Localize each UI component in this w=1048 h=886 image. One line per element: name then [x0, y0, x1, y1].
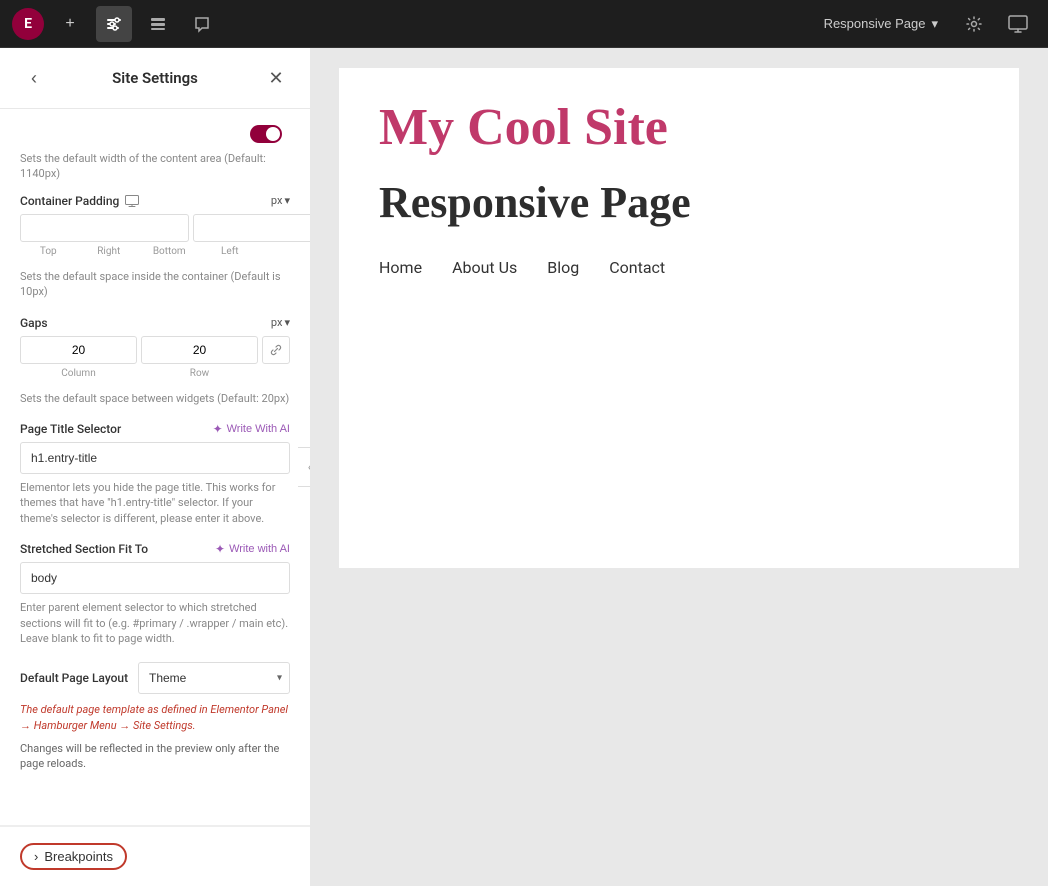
- gap-labels: Column Row: [20, 368, 290, 379]
- page-title-selector-hint: Elementor lets you hide the page title. …: [20, 480, 290, 526]
- main-layout: ‹ Site Settings ✕ Sets the default width…: [0, 48, 1048, 886]
- panel-header: ‹ Site Settings ✕: [0, 48, 310, 109]
- container-padding-label: Container Padding: [20, 194, 139, 208]
- padding-inputs: [20, 214, 290, 242]
- padding-top-label: Top: [20, 246, 77, 257]
- nav-menu: Home About Us Blog Contact: [379, 258, 979, 277]
- elementor-logo[interactable]: E: [12, 8, 44, 40]
- ai-icon-1: ✦: [213, 422, 223, 436]
- gaps-hint: Sets the default space between widgets (…: [20, 391, 290, 406]
- monitor-icon: [1008, 15, 1028, 33]
- container-padding-hint: Sets the default space inside the contai…: [20, 269, 290, 300]
- responsive-page-label: Responsive Page: [824, 16, 926, 31]
- container-padding-text: Container Padding: [20, 194, 119, 208]
- breakpoints-button[interactable]: › Breakpoints: [20, 843, 127, 870]
- layers-button[interactable]: [140, 6, 176, 42]
- default-page-layout-label: Default Page Layout: [20, 671, 128, 685]
- page-title-selector-header: Page Title Selector ✦ Write With AI: [20, 422, 290, 436]
- add-widget-button[interactable]: +: [52, 6, 88, 42]
- comments-button[interactable]: [184, 6, 220, 42]
- gear-icon: [965, 15, 983, 33]
- gap-inputs: [20, 336, 290, 364]
- padding-bottom-label: Bottom: [141, 246, 198, 257]
- padding-top-input[interactable]: [20, 214, 189, 242]
- page-heading: Responsive Page: [379, 177, 979, 228]
- gaps-field: Gaps px ▾: [20, 316, 290, 406]
- write-with-ai-button-2[interactable]: ✦ Write with AI: [215, 542, 290, 556]
- padding-left-label: Left: [202, 246, 259, 257]
- content-width-hint: Sets the default width of the content ar…: [20, 151, 290, 182]
- link-icon: [270, 344, 282, 356]
- default-layout-changes-hint: Changes will be reflected in the preview…: [20, 741, 290, 772]
- close-panel-button[interactable]: ✕: [262, 64, 290, 92]
- gap-row-label: Row: [141, 368, 258, 379]
- gaps-label: Gaps: [20, 316, 48, 330]
- panel-content: Sets the default width of the content ar…: [0, 109, 310, 825]
- breakpoints-section: › Breakpoints: [0, 825, 310, 886]
- site-title: My Cool Site: [379, 98, 979, 157]
- breakpoints-label: Breakpoints: [44, 849, 113, 864]
- content-width-toggle[interactable]: [250, 125, 282, 143]
- nav-item-blog[interactable]: Blog: [547, 258, 579, 277]
- default-page-layout-field: Default Page Layout Theme Elementor Canv…: [20, 662, 290, 772]
- page-title-selector-input[interactable]: [20, 442, 290, 474]
- default-layout-italic-hint: The default page template as defined in …: [20, 702, 290, 733]
- stretched-section-label: Stretched Section Fit To: [20, 542, 148, 556]
- toggle-knob: [266, 127, 280, 141]
- controls-panel-button[interactable]: [96, 6, 132, 42]
- layout-select-wrap: Theme Elementor Canvas Elementor Full Wi…: [138, 662, 290, 694]
- link-gaps-button[interactable]: [262, 336, 290, 364]
- stretched-section-field: Stretched Section Fit To ✦ Write with AI…: [20, 542, 290, 646]
- nav-item-home[interactable]: Home: [379, 258, 422, 277]
- site-settings-panel: ‹ Site Settings ✕ Sets the default width…: [0, 48, 310, 886]
- write-with-ai-button-1[interactable]: ✦ Write With AI: [213, 422, 290, 436]
- settings-button[interactable]: [956, 6, 992, 42]
- gaps-unit[interactable]: px ▾: [271, 316, 290, 329]
- panel-title: Site Settings: [112, 69, 198, 87]
- monitor-small-icon: [125, 195, 139, 207]
- gap-column-label: Column: [20, 368, 137, 379]
- canvas-area: My Cool Site Responsive Page Home About …: [310, 48, 1048, 886]
- container-padding-unit[interactable]: px ▾: [271, 194, 290, 207]
- stretched-section-input[interactable]: [20, 562, 290, 594]
- padding-labels: Top Right Bottom Left: [20, 246, 290, 257]
- padding-right-input[interactable]: [193, 214, 310, 242]
- nav-item-contact[interactable]: Contact: [609, 258, 665, 277]
- write-with-ai-label-2: Write with AI: [229, 543, 290, 555]
- stretched-section-header: Stretched Section Fit To ✦ Write with AI: [20, 542, 290, 556]
- padding-right-label: Right: [81, 246, 138, 257]
- back-button[interactable]: ‹: [20, 64, 48, 92]
- controls-icon: [105, 15, 123, 33]
- gap-row-input[interactable]: [141, 336, 258, 364]
- site-canvas: My Cool Site Responsive Page Home About …: [339, 68, 1019, 568]
- layout-select[interactable]: Theme Elementor Canvas Elementor Full Wi…: [138, 662, 290, 694]
- monitor-button[interactable]: [1000, 6, 1036, 42]
- write-with-ai-label-1: Write With AI: [227, 423, 290, 435]
- content-width-toggle-row: [20, 125, 290, 143]
- page-title-selector-label: Page Title Selector: [20, 422, 121, 436]
- collapse-panel-handle[interactable]: ‹: [298, 447, 310, 487]
- stretched-section-hint: Enter parent element selector to which s…: [20, 600, 290, 646]
- responsive-page-button[interactable]: Responsive Page ▾: [814, 10, 948, 38]
- layers-icon: [149, 15, 167, 33]
- chevron-down-icon: ▾: [931, 16, 938, 32]
- nav-item-about[interactable]: About Us: [452, 258, 517, 277]
- default-layout-row: Default Page Layout Theme Elementor Canv…: [20, 662, 290, 694]
- breakpoints-chevron: ›: [34, 849, 38, 864]
- gap-column-input[interactable]: [20, 336, 137, 364]
- breakpoints-circle: › Breakpoints: [20, 843, 127, 870]
- container-padding-field: Container Padding px ▾: [20, 194, 290, 300]
- comments-icon: [193, 15, 211, 33]
- page-title-selector-field: Page Title Selector ✦ Write With AI Elem…: [20, 422, 290, 526]
- ai-icon-2: ✦: [215, 542, 225, 556]
- top-toolbar: E + Responsive Page ▾: [0, 0, 1048, 48]
